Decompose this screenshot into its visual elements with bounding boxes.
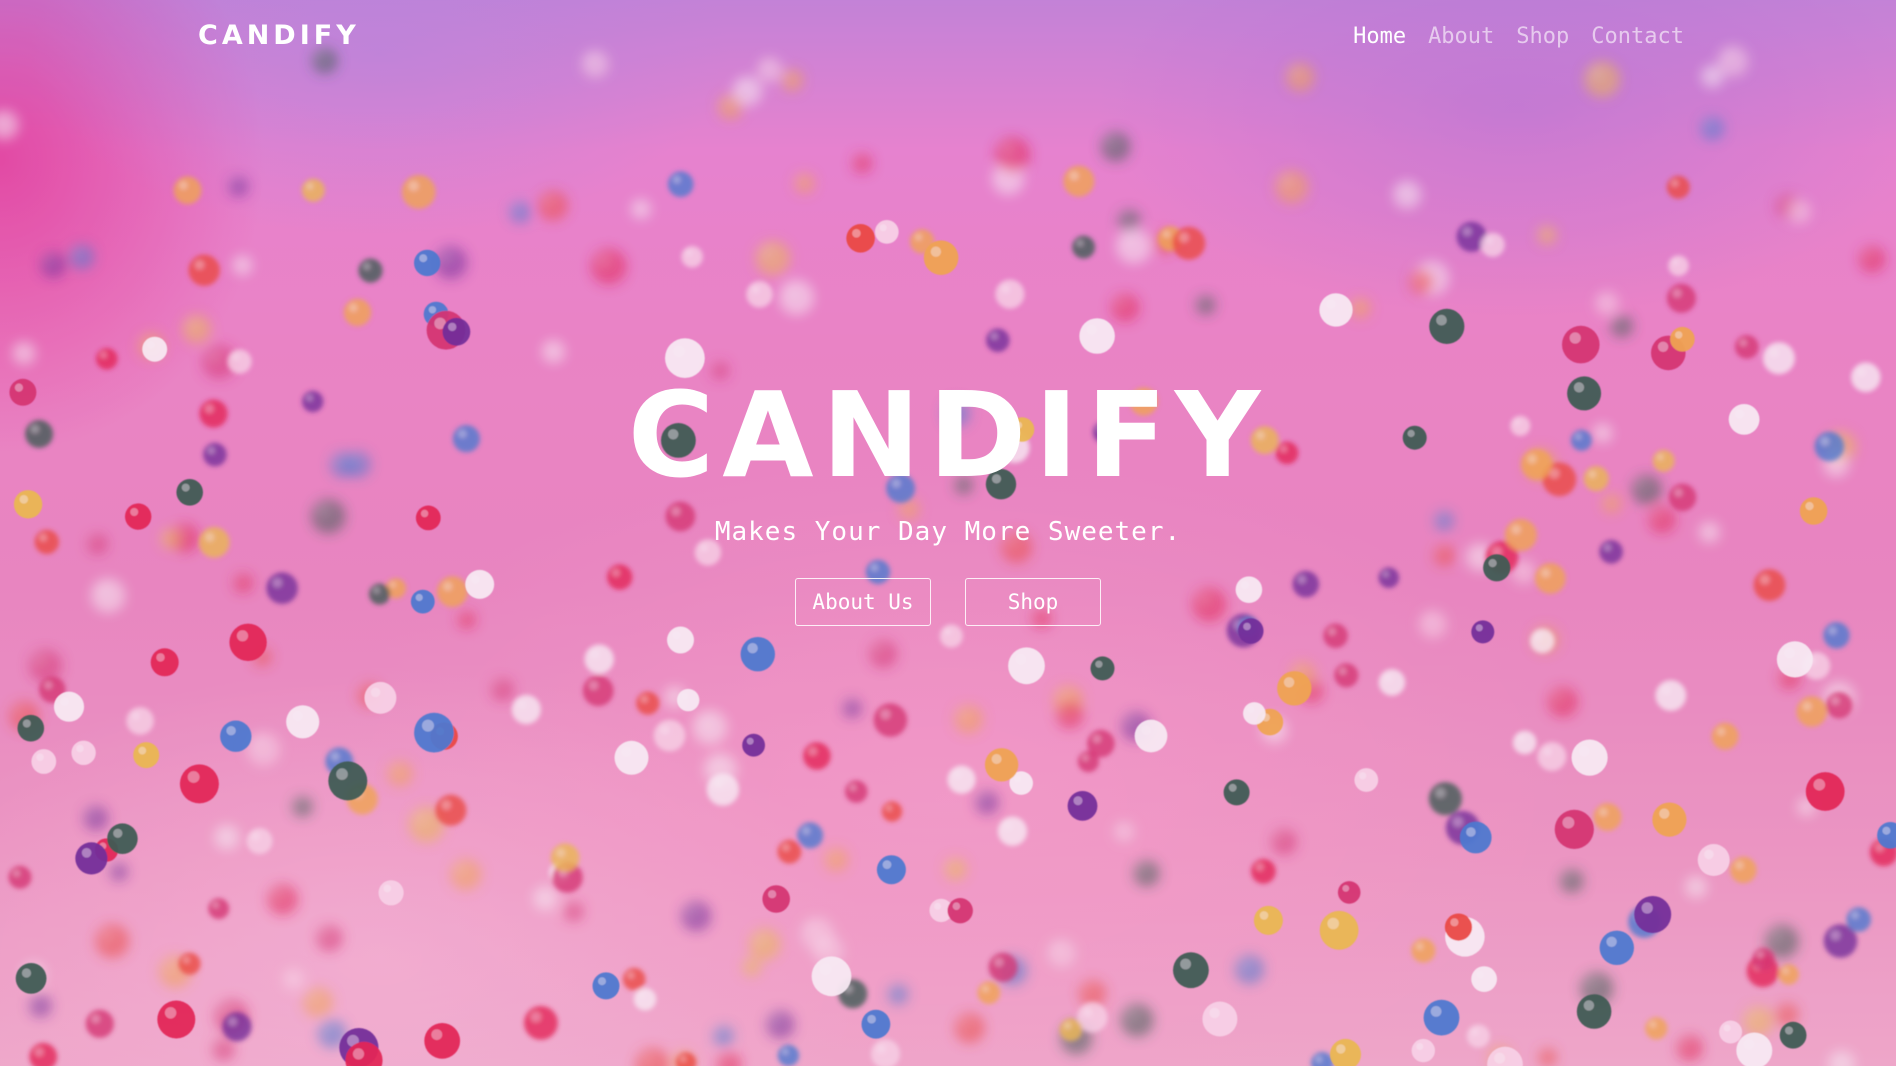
- hero-tagline: Makes Your Day More Sweeter.: [714, 517, 1182, 547]
- navbar: CANDIFY Home About Shop Contact: [0, 0, 1896, 76]
- about-us-button[interactable]: About Us: [795, 578, 931, 626]
- nav-link-about[interactable]: About: [1428, 24, 1494, 49]
- nav-link-shop[interactable]: Shop: [1516, 24, 1569, 49]
- hero-section: CANDIFY Makes Your Day More Sweeter. Abo…: [0, 372, 1896, 626]
- nav-link-home[interactable]: Home: [1353, 24, 1406, 49]
- hero-buttons: About Us Shop: [0, 578, 1896, 626]
- nav-link-contact[interactable]: Contact: [1591, 24, 1684, 49]
- hero-title: CANDIFY: [627, 366, 1269, 504]
- nav-links: Home About Shop Contact: [1353, 24, 1684, 49]
- brand-logo[interactable]: CANDIFY: [198, 20, 360, 51]
- shop-button[interactable]: Shop: [965, 578, 1101, 626]
